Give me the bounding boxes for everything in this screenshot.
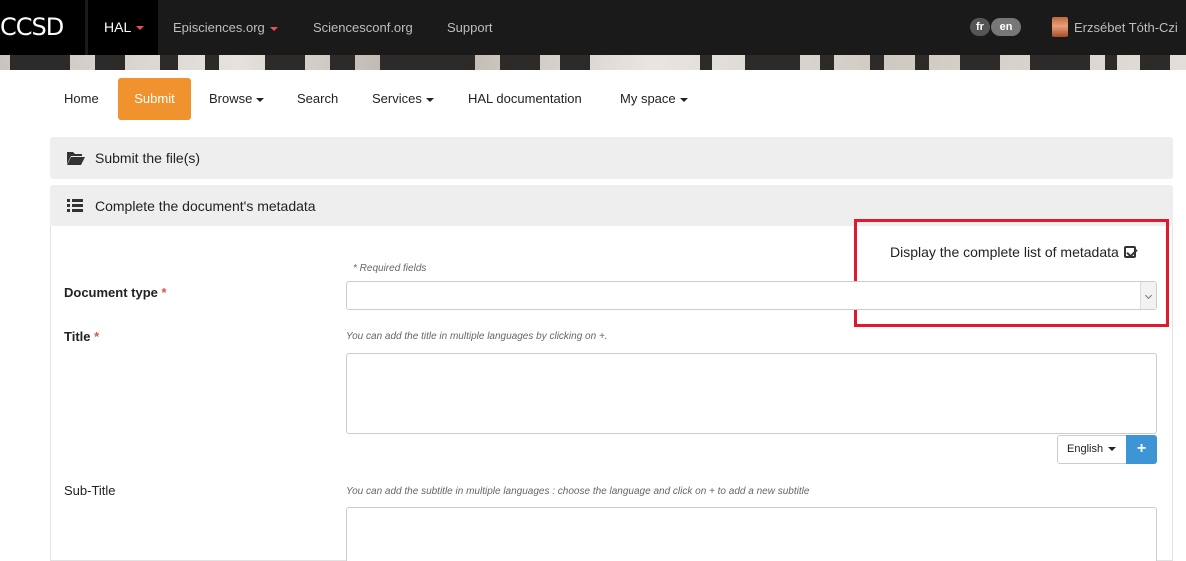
nav-home[interactable]: Home bbox=[64, 78, 99, 120]
subtitle-hint: You can add the subtitle in multiple lan… bbox=[346, 486, 810, 497]
caret-down-icon bbox=[679, 97, 688, 102]
header-banner bbox=[0, 55, 1186, 70]
nav-my-space[interactable]: My space bbox=[620, 78, 688, 120]
nav-browse-label: Browse bbox=[209, 91, 253, 106]
required-fields-note: * Required fields bbox=[353, 263, 426, 274]
caret-down-icon bbox=[269, 26, 278, 31]
episciences-label: Episciences.org bbox=[173, 20, 265, 35]
nav-browse[interactable]: Browse bbox=[209, 78, 265, 120]
required-mark: * bbox=[161, 285, 167, 300]
episciences-menu[interactable]: Episciences.org bbox=[173, 0, 278, 55]
required-fields-text: * Required fields bbox=[353, 263, 427, 274]
required-mark: * bbox=[94, 329, 100, 344]
chevron-down-icon[interactable] bbox=[1140, 282, 1156, 309]
nav-search[interactable]: Search bbox=[297, 78, 338, 120]
language-fr-button[interactable]: fr bbox=[970, 18, 990, 36]
support-link[interactable]: Support bbox=[447, 0, 493, 55]
panel-metadata-title: Complete the document's metadata bbox=[95, 198, 316, 214]
document-type-label: Document type * bbox=[64, 285, 167, 300]
sciencesconf-link[interactable]: Sciencesconf.org bbox=[313, 0, 413, 55]
nav-submit[interactable]: Submit bbox=[118, 78, 191, 120]
subtitle-label: Sub-Title bbox=[64, 483, 116, 498]
caret-down-icon bbox=[136, 26, 145, 31]
title-textarea[interactable] bbox=[346, 353, 1157, 434]
add-title-language-button[interactable]: + bbox=[1126, 435, 1157, 464]
user-name[interactable]: Erzsébet Tóth-Czi bbox=[1074, 0, 1178, 55]
user-avatar[interactable] bbox=[1052, 17, 1068, 37]
hal-menu[interactable]: HAL bbox=[88, 0, 158, 55]
nav-services[interactable]: Services bbox=[372, 78, 434, 120]
highlight-annotation bbox=[854, 219, 1169, 327]
hal-menu-label: HAL bbox=[104, 19, 132, 35]
list-icon bbox=[67, 199, 83, 212]
ccsd-logo[interactable]: CCSD bbox=[0, 0, 85, 55]
document-type-label-text: Document type bbox=[64, 285, 158, 300]
subtitle-textarea[interactable] bbox=[346, 507, 1157, 561]
folder-open-icon bbox=[67, 152, 85, 165]
title-language-value: English bbox=[1067, 443, 1104, 455]
title-language-select[interactable]: English bbox=[1057, 435, 1127, 464]
nav-services-label: Services bbox=[372, 91, 422, 106]
title-label: Title * bbox=[64, 329, 99, 344]
language-en-button[interactable]: en bbox=[991, 18, 1021, 36]
nav-my-space-label: My space bbox=[620, 91, 676, 106]
nav-hal-documentation[interactable]: HAL documentation bbox=[468, 78, 582, 120]
panel-submit-files[interactable]: Submit the file(s) bbox=[50, 137, 1173, 179]
title-hint: You can add the title in multiple langua… bbox=[346, 331, 608, 342]
top-navbar: CCSD HAL Episciences.org Sciencesconf.or… bbox=[0, 0, 1186, 55]
caret-down-icon bbox=[425, 97, 434, 102]
panel-submit-files-title: Submit the file(s) bbox=[95, 150, 201, 166]
document-type-select[interactable] bbox=[346, 281, 1157, 310]
caret-down-icon bbox=[256, 97, 265, 102]
title-label-text: Title bbox=[64, 329, 91, 344]
caret-down-icon bbox=[1108, 447, 1117, 452]
